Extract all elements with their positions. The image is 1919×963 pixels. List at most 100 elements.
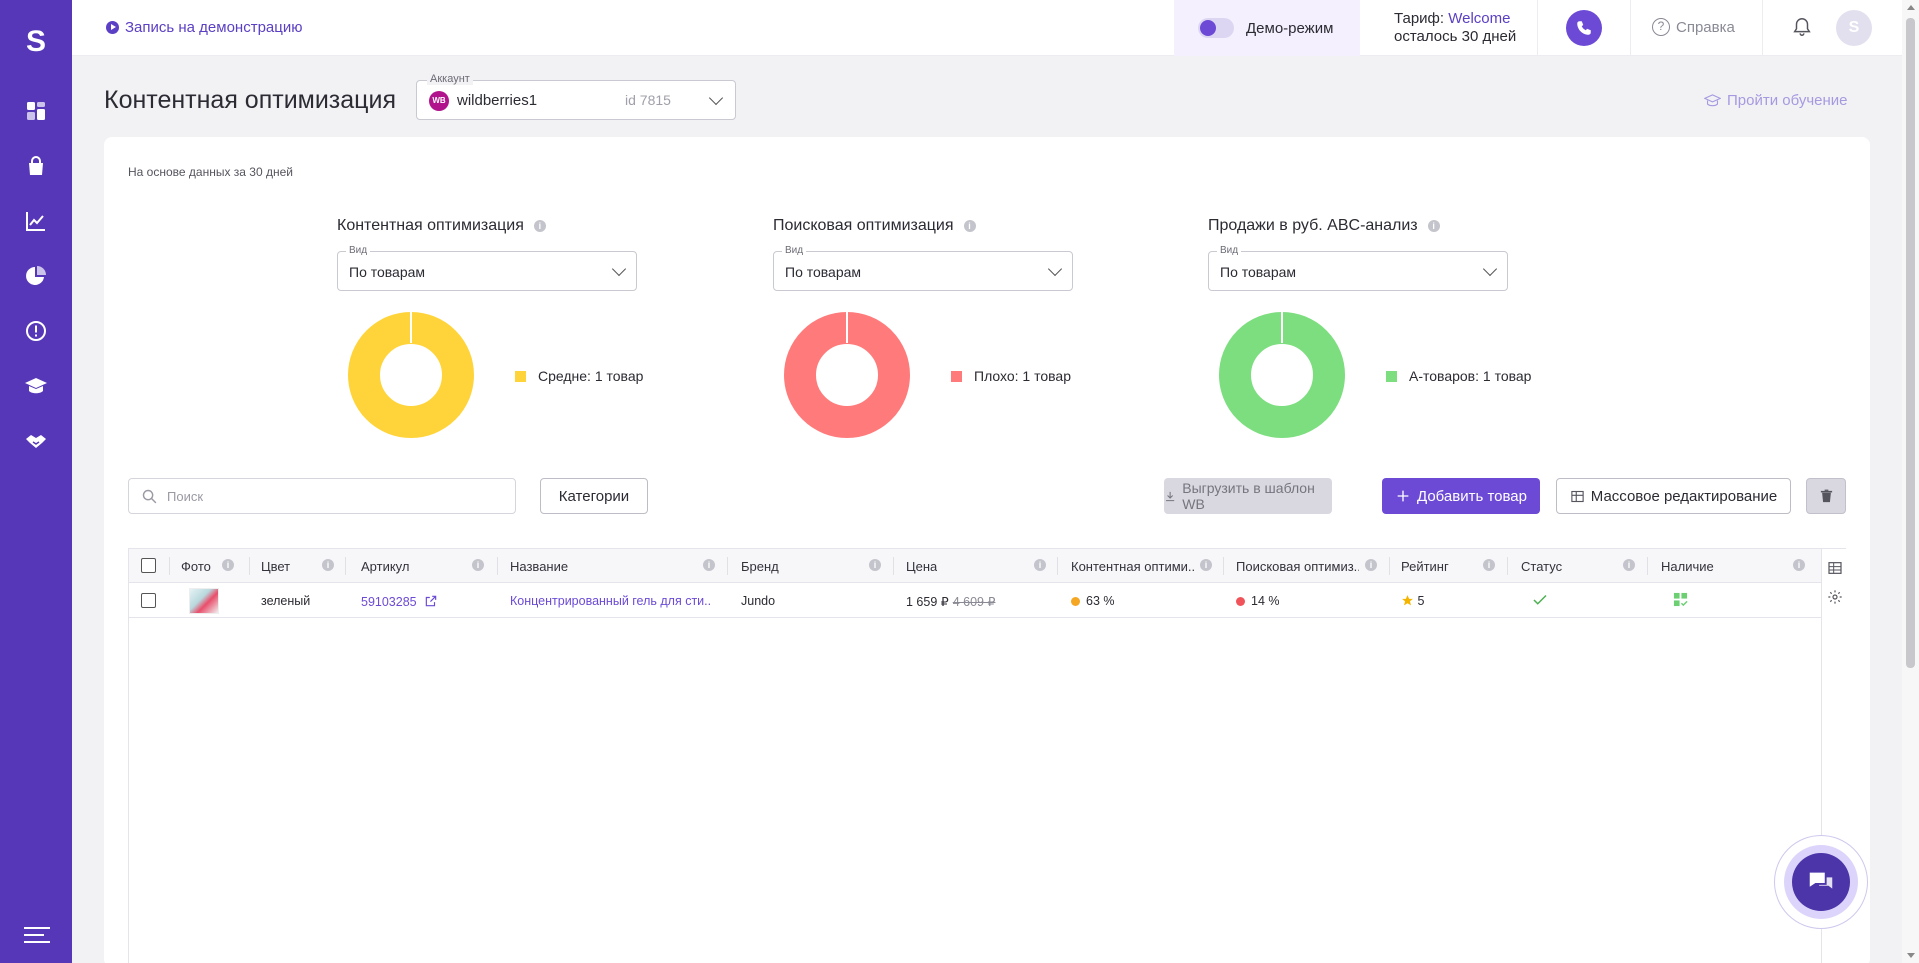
column-header-rating[interactable]: Рейтинг (1401, 559, 1449, 574)
demo-recording-link[interactable]: Запись на демонстрацию (106, 19, 303, 36)
demo-mode-toggle[interactable]: Демо-режим (1174, 0, 1360, 56)
search-input[interactable]: Поиск (128, 478, 516, 514)
info-icon[interactable]: i (322, 559, 334, 571)
info-icon[interactable]: i (1483, 559, 1495, 571)
info-icon[interactable]: i (1200, 559, 1212, 571)
view-select-content[interactable]: Вид По товарам (337, 245, 637, 291)
scroll-thumb[interactable] (1906, 18, 1915, 668)
donut-chart-abc (1219, 311, 1345, 438)
table-icon (1571, 490, 1584, 502)
column-header-color[interactable]: Цвет (261, 559, 290, 574)
page-title: Контентная оптимизация (104, 86, 396, 114)
dashboard-icon[interactable] (18, 93, 54, 129)
column-divider (1057, 557, 1058, 575)
legend-content: Средне: 1 товар (515, 368, 643, 384)
info-icon[interactable]: i (1793, 559, 1805, 571)
user-avatar[interactable]: S (1836, 10, 1872, 46)
divider (1762, 0, 1763, 56)
scroll-up-arrow[interactable] (1907, 5, 1915, 10)
mass-edit-button[interactable]: Массовое редактирование (1556, 478, 1791, 514)
export-wb-button[interactable]: Выгрузить в шаблон WB (1164, 478, 1332, 514)
info-icon[interactable]: i (963, 220, 976, 232)
column-header-availability[interactable]: Наличие (1661, 559, 1714, 574)
training-link[interactable]: Пройти обучение (1704, 92, 1848, 109)
column-header-status[interactable]: Статус (1521, 559, 1562, 574)
toggle-switch[interactable] (1198, 18, 1234, 38)
info-icon[interactable]: i (222, 559, 234, 571)
account-select[interactable]: Аккаунт WB wildberries1 id 7815 (416, 73, 736, 120)
info-icon[interactable]: i (1365, 559, 1377, 571)
chart-title-content: Контентная оптимизация i (337, 217, 667, 235)
column-header-price[interactable]: Цена (906, 559, 937, 574)
view-value: По товарам (349, 264, 426, 280)
column-header-article[interactable]: Артикул (361, 559, 409, 574)
shopping-bag-icon[interactable] (18, 148, 54, 184)
chart-title-abc: Продажи в руб. ABC-анализ i (1208, 217, 1538, 235)
legend-swatch (515, 370, 526, 382)
cell-status (1531, 591, 1549, 612)
top-bar: Запись на демонстрацию Демо-режим Тариф:… (72, 0, 1902, 56)
info-icon[interactable]: i (533, 220, 546, 232)
star-icon (1402, 595, 1413, 606)
phone-call-button[interactable] (1566, 10, 1602, 46)
handshake-icon[interactable] (18, 423, 54, 459)
legend-abc: А-товаров: 1 товар (1386, 368, 1531, 384)
cell-color: зеленый (261, 594, 311, 608)
legend-swatch (1386, 370, 1397, 382)
tariff-name[interactable]: Welcome (1448, 10, 1510, 27)
pie-chart-icon[interactable] (18, 258, 54, 294)
cell-content-opt: 63 % (1071, 594, 1115, 608)
warehouse-grid-icon (1673, 592, 1688, 607)
add-product-button[interactable]: Добавить товар (1382, 478, 1540, 514)
search-icon (142, 489, 157, 504)
hamburger-menu-icon[interactable] (24, 925, 50, 945)
chart-line-icon[interactable] (18, 203, 54, 239)
table-row[interactable]: зеленый 59103285 Концентрированный гель … (129, 584, 1821, 618)
info-icon[interactable]: i (703, 559, 715, 571)
column-header-content-opt[interactable]: Контентная оптими... (1071, 559, 1194, 574)
period-note: На основе данных за 30 дней (128, 165, 293, 179)
status-dot (1236, 597, 1245, 606)
article-text: 59103285 (361, 595, 417, 609)
column-divider (497, 557, 498, 575)
account-name: wildberries1 (457, 92, 538, 109)
column-header-name[interactable]: Название (510, 559, 568, 574)
graduation-cap-icon[interactable] (18, 368, 54, 404)
alert-circle-icon[interactable] (18, 313, 54, 349)
info-icon[interactable]: i (472, 559, 484, 571)
categories-button[interactable]: Категории (540, 478, 648, 514)
info-icon[interactable]: i (869, 559, 881, 571)
content-optimization-chart: Контентная оптимизация i Вид По товарам … (337, 217, 667, 447)
delete-button[interactable] (1806, 478, 1846, 514)
info-icon[interactable]: i (1427, 220, 1440, 232)
page-scrollbar[interactable] (1902, 0, 1919, 963)
view-select-search[interactable]: Вид По товарам (773, 245, 1073, 291)
tariff-remaining: осталось 30 дней (1394, 28, 1517, 45)
cell-product-name[interactable]: Концентрированный гель для сти... (510, 594, 710, 608)
column-header-photo[interactable]: Фото (181, 559, 211, 574)
info-icon[interactable]: i (1034, 559, 1046, 571)
column-header-search-opt[interactable]: Поисковая оптимиз... (1236, 559, 1359, 574)
view-select-abc[interactable]: Вид По товарам (1208, 245, 1508, 291)
divider (1537, 0, 1538, 56)
cell-article-link[interactable]: 59103285 (361, 594, 438, 609)
app-logo[interactable]: S (16, 22, 56, 62)
question-icon: ? (1652, 18, 1670, 36)
help-link[interactable]: ? Справка (1652, 18, 1735, 36)
product-photo[interactable] (189, 588, 219, 614)
divider (1630, 0, 1631, 56)
scroll-down-arrow[interactable] (1907, 953, 1915, 958)
column-header-brand[interactable]: Бренд (741, 559, 779, 574)
info-icon[interactable]: i (1623, 559, 1635, 571)
row-checkbox[interactable] (141, 593, 156, 608)
settings-gear-icon[interactable] (1827, 589, 1843, 605)
legend-label: Средне: 1 товар (538, 368, 644, 384)
select-all-checkbox[interactable] (141, 558, 156, 573)
chat-button[interactable] (1792, 853, 1850, 911)
cell-availability[interactable] (1673, 592, 1688, 610)
external-link-icon[interactable] (424, 594, 438, 608)
chart-title-search: Поисковая оптимизация i (773, 217, 1103, 235)
notifications-bell-icon[interactable] (1791, 16, 1813, 41)
cell-search-opt: 14 % (1236, 594, 1280, 608)
columns-layout-icon[interactable] (1827, 560, 1843, 576)
